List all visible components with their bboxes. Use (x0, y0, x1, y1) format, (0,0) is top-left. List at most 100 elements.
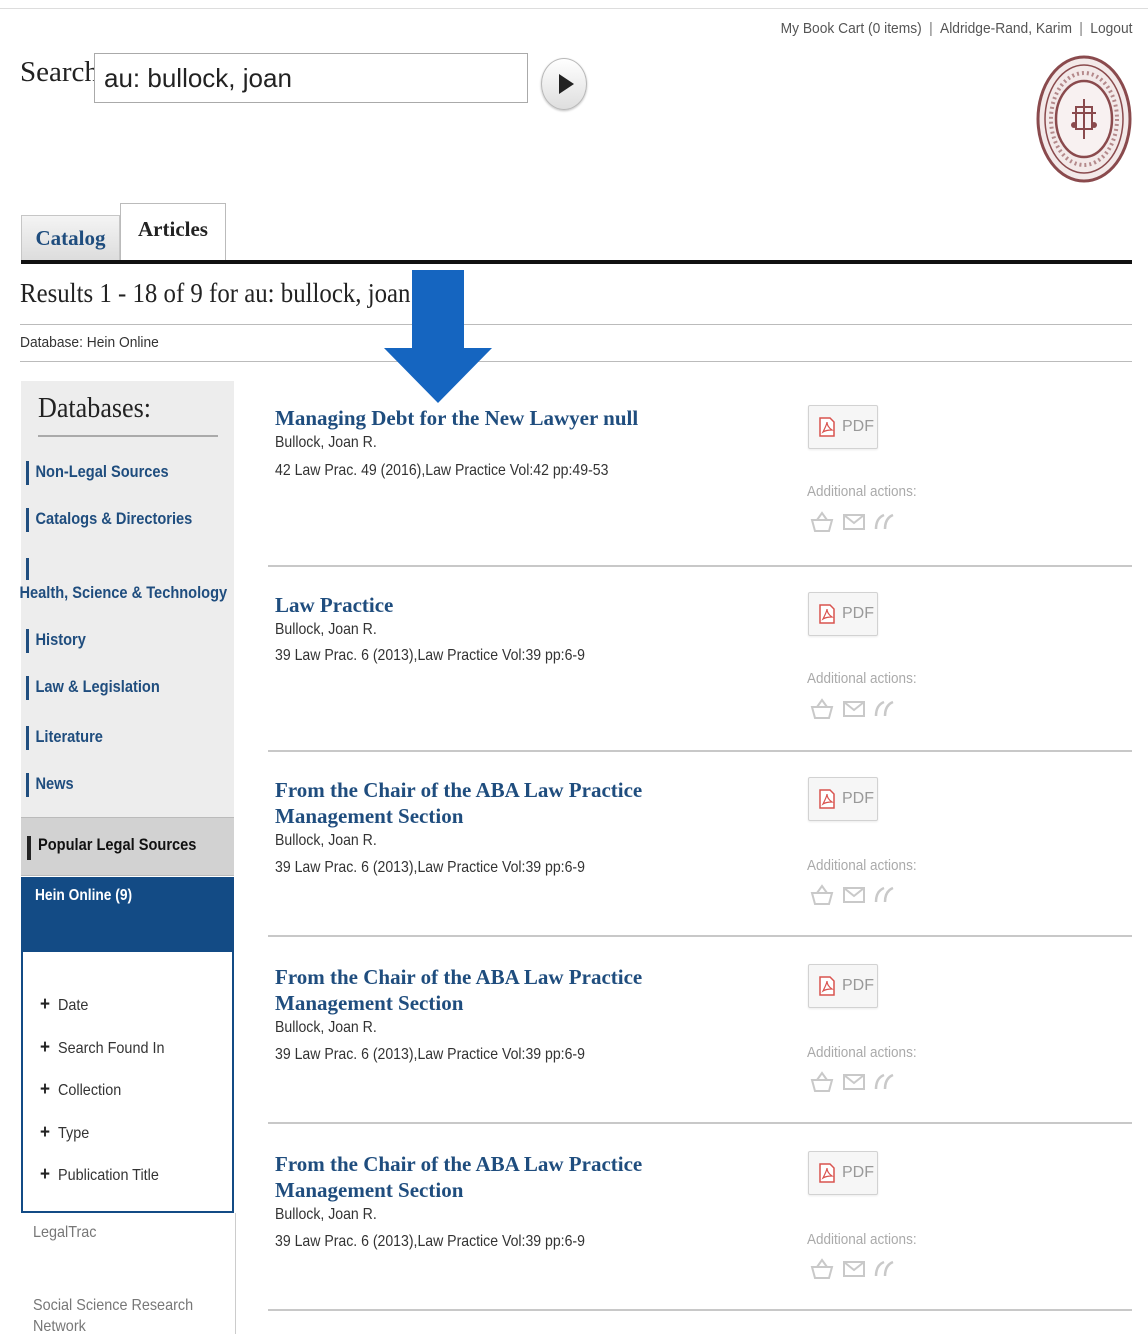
item-marker (27, 836, 31, 860)
search-label: Search (20, 56, 99, 88)
facet-label: Search Found In (58, 1040, 165, 1057)
cite-icon[interactable] (872, 1069, 898, 1100)
result-divider (268, 565, 1132, 567)
cite-icon[interactable] (872, 882, 898, 913)
database-ssrn[interactable]: Social Science Research Network (33, 1295, 195, 1337)
facet-date[interactable]: + Date (40, 994, 88, 1016)
tab-underline (21, 260, 1132, 264)
annotation-arrow-icon (384, 270, 492, 403)
result-citation: 39 Law Prac. 6 (2013),Law Practice Vol:3… (275, 859, 585, 876)
result-title[interactable]: From the Chair of the ABA Law Practice M… (275, 1151, 755, 1203)
tab-catalog[interactable]: Catalog (21, 215, 120, 262)
selected-database-hein-online[interactable]: Hein Online (9) (21, 877, 234, 952)
pdf-button[interactable]: PDF (808, 1151, 878, 1195)
sidebar-item-literature[interactable]: Literature (26, 727, 102, 747)
facet-type[interactable]: + Type (40, 1122, 89, 1144)
additional-actions (808, 696, 908, 722)
result-divider (268, 935, 1132, 937)
pdf-button[interactable]: PDF (808, 592, 878, 636)
sidebar-item-law-legislation[interactable]: Law & Legislation (26, 677, 159, 697)
pdf-icon (819, 417, 835, 437)
result-title[interactable]: Law Practice (275, 592, 755, 618)
result-citation: 42 Law Prac. 49 (2016),Law Practice Vol:… (275, 462, 609, 479)
plus-icon: + (40, 1122, 50, 1143)
result-divider (268, 1309, 1132, 1311)
basket-icon[interactable] (809, 696, 835, 727)
search-go-button[interactable] (541, 58, 587, 110)
selected-database-label: Hein Online (9) (35, 887, 133, 904)
logout-link[interactable]: Logout (1090, 20, 1132, 37)
pdf-icon (819, 976, 835, 996)
divider (20, 324, 1132, 325)
pdf-icon (819, 789, 835, 809)
separator: | (1078, 20, 1083, 37)
pdf-button[interactable]: PDF (808, 777, 878, 821)
results-heading: Results 1 - 18 of 9 for au: bullock, joa… (20, 278, 411, 308)
database-legaltrac[interactable]: LegalTrac (33, 1222, 195, 1243)
basket-icon[interactable] (809, 1256, 835, 1287)
sidebar-item-catalogs-directories[interactable]: Catalogs & Directories (26, 509, 192, 529)
pdf-label: PDF (842, 605, 874, 622)
popular-label: Popular Legal Sources (38, 835, 197, 854)
book-cart-link[interactable]: My Book Cart (0 items) (780, 20, 921, 37)
facet-label: Date (58, 997, 89, 1014)
sidebar-title: Databases: (38, 392, 152, 424)
plus-icon: + (40, 1037, 50, 1058)
tab-articles[interactable]: Articles (120, 203, 226, 263)
result-author: Bullock, Joan R. (275, 1206, 377, 1223)
mail-icon[interactable] (841, 696, 867, 727)
result-citation: 39 Law Prac. 6 (2013),Law Practice Vol:3… (275, 647, 585, 664)
cite-icon[interactable] (872, 1256, 898, 1287)
additional-actions-label: Additional actions: (807, 670, 917, 687)
cite-icon[interactable] (872, 696, 898, 727)
basket-icon[interactable] (809, 1069, 835, 1100)
plus-icon: + (40, 994, 50, 1015)
basket-icon[interactable] (809, 509, 835, 540)
sidebar-item-non-legal-sources[interactable]: Non-Legal Sources (26, 462, 168, 482)
search-input[interactable] (94, 53, 528, 103)
additional-actions-label: Additional actions: (807, 857, 917, 874)
sidebar-item-popular-legal-sources[interactable]: Popular Legal Sources (21, 817, 234, 876)
separator: | (928, 20, 933, 37)
facet-publication-title[interactable]: + Publication Title (40, 1164, 159, 1186)
result-title[interactable]: Managing Debt for the New Lawyer null (275, 405, 755, 431)
cite-icon[interactable] (872, 509, 898, 540)
sidebar-item-history[interactable]: History (26, 630, 85, 650)
facet-collection[interactable]: + Collection (40, 1079, 121, 1101)
divider (20, 361, 1132, 362)
additional-actions (808, 1256, 908, 1282)
result-title[interactable]: From the Chair of the ABA Law Practice M… (275, 777, 755, 829)
basket-icon[interactable] (809, 882, 835, 913)
result-author: Bullock, Joan R. (275, 434, 377, 451)
additional-actions (808, 509, 908, 535)
facet-search-found-in[interactable]: + Search Found In (40, 1037, 164, 1059)
pdf-button[interactable]: PDF (808, 964, 878, 1008)
result-divider (268, 1122, 1132, 1124)
result-author: Bullock, Joan R. (275, 832, 377, 849)
plus-icon: + (40, 1079, 50, 1100)
sidebar-item-news[interactable]: News (26, 774, 73, 794)
user-link[interactable]: Aldridge-Rand, Karim (940, 20, 1072, 37)
mail-icon[interactable] (841, 1256, 867, 1287)
mail-icon[interactable] (841, 1069, 867, 1100)
sidebar-border (235, 1213, 236, 1334)
additional-actions-label: Additional actions: (807, 1231, 917, 1248)
result-item: From the Chair of the ABA Law Practice M… (268, 777, 1132, 939)
pdf-button[interactable]: PDF (808, 405, 878, 449)
result-title[interactable]: From the Chair of the ABA Law Practice M… (275, 964, 755, 1016)
sidebar-item-health-science-technology[interactable]: Health, Science & Technology (10, 583, 227, 603)
result-citation: 39 Law Prac. 6 (2013),Law Practice Vol:3… (275, 1233, 585, 1250)
pdf-label: PDF (842, 790, 874, 807)
result-divider (268, 750, 1132, 752)
top-links: My Book Cart (0 items) | Aldridge-Rand, Ka… (780, 20, 1132, 37)
mail-icon[interactable] (841, 509, 867, 540)
item-marker (26, 558, 29, 580)
result-item: From the Chair of the ABA Law Practice M… (268, 964, 1132, 1126)
result-citation: 39 Law Prac. 6 (2013),Law Practice Vol:3… (275, 1046, 585, 1063)
pdf-label: PDF (842, 1164, 874, 1181)
play-icon (558, 74, 574, 94)
facet-label: Type (58, 1125, 90, 1142)
mail-icon[interactable] (841, 882, 867, 913)
result-item: From the Chair of the ABA Law Practice M… (268, 1151, 1132, 1313)
pdf-icon (819, 604, 835, 624)
